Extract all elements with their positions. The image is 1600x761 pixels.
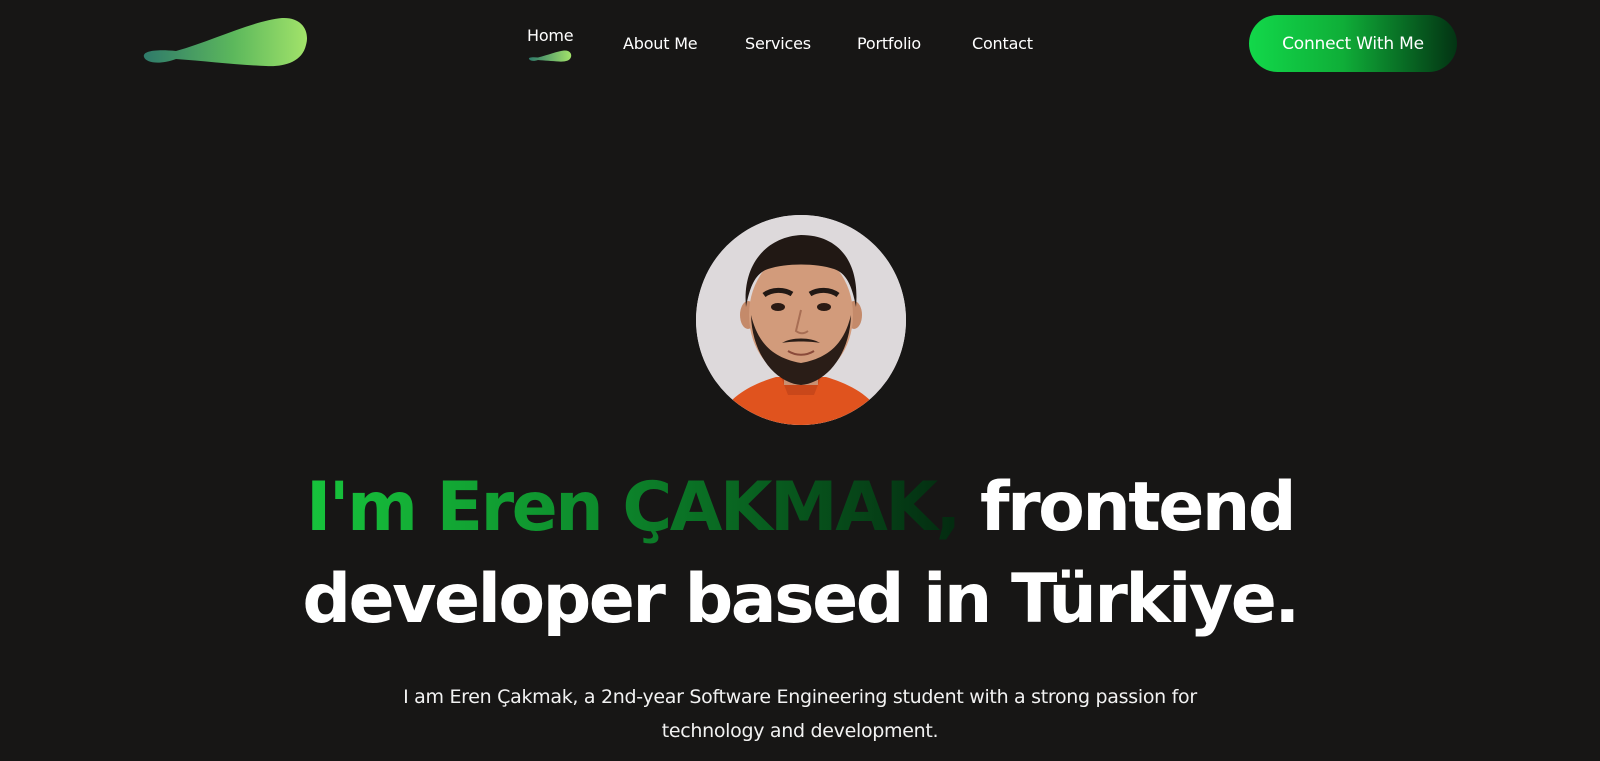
hero-name: I'm Eren ÇAKMAK, bbox=[305, 468, 961, 547]
nav-portfolio[interactable]: Portfolio bbox=[857, 34, 921, 53]
hero-bio-line1: I am Eren Çakmak, a 2nd-year Software En… bbox=[403, 686, 1197, 708]
hero-bio-line2: technology and development. bbox=[661, 720, 939, 742]
active-indicator-icon bbox=[528, 50, 572, 62]
profile-photo-icon bbox=[696, 215, 906, 425]
page: Home About Me Services Portfolio Contact… bbox=[0, 0, 1600, 761]
nav-contact[interactable]: Contact bbox=[972, 34, 1033, 53]
nav-services[interactable]: Services bbox=[745, 34, 811, 53]
hero-headline-line2: developer based in Türkiye. bbox=[302, 560, 1300, 639]
hero-headline: I'm Eren ÇAKMAK, frontend developer base… bbox=[0, 462, 1600, 646]
hero-headline-rest: frontend bbox=[958, 468, 1296, 547]
avatar bbox=[696, 215, 906, 425]
connect-button[interactable]: Connect With Me bbox=[1249, 15, 1457, 72]
nav-home[interactable]: Home bbox=[527, 26, 574, 45]
hero-bio: I am Eren Çakmak, a 2nd-year Software En… bbox=[400, 680, 1200, 748]
nav-about-me[interactable]: About Me bbox=[623, 34, 698, 53]
